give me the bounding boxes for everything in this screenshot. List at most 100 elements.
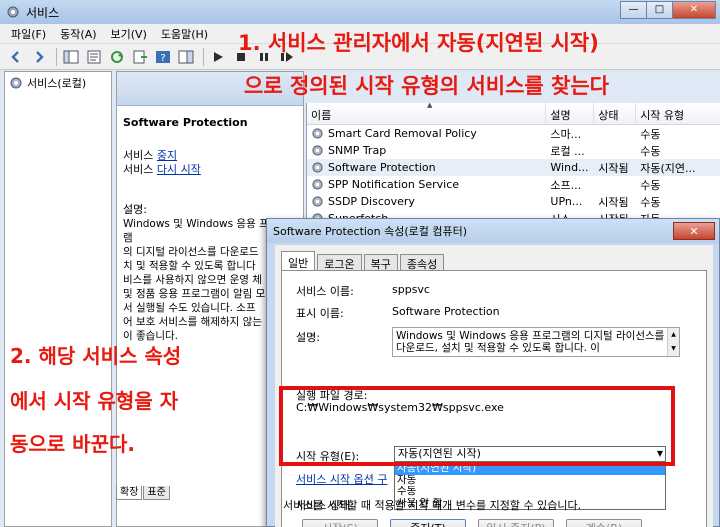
start-type-option[interactable]: 자동 — [395, 475, 665, 487]
service-control-buttons: 시작(S) 중지(T) 일시 중지(P) 계속(R) — [302, 519, 654, 527]
start-button[interactable]: 시작(S) — [302, 519, 378, 527]
annotation-step2-line2: 에서 시작 유형을 자 — [10, 389, 179, 413]
column-header-status[interactable]: 상태 — [594, 103, 637, 124]
menu-action[interactable]: 동작(A) — [53, 26, 103, 42]
menu-help[interactable]: 도움말(H) — [154, 26, 215, 42]
stop-service-link[interactable]: 중지 — [157, 149, 177, 162]
service-name-value: sppsvc — [392, 283, 430, 296]
tree-item-label: 서비스(로컬) — [27, 77, 87, 90]
service-name: SNMP Trap — [328, 144, 387, 157]
forward-arrow-icon[interactable] — [29, 48, 49, 66]
export-list-icon[interactable] — [130, 48, 150, 66]
console-tree: 서비스(로컬) — [4, 71, 112, 527]
pause-button[interactable]: 일시 중지(P) — [478, 519, 554, 527]
service-start-options-link[interactable]: 서비스 시작 옵션 구 — [296, 471, 387, 487]
service-start-type: 수동 — [640, 127, 661, 141]
tab-dependencies[interactable]: 종속성 — [399, 254, 445, 271]
service-name: SPP Notification Service — [328, 178, 460, 191]
close-icon[interactable]: ✕ — [672, 1, 716, 19]
tab-recovery[interactable]: 복구 — [363, 254, 398, 271]
tab-standard[interactable]: 표준 — [143, 486, 170, 500]
service-description: 로컬 ... — [550, 144, 585, 158]
tab-logon[interactable]: 로그온 — [317, 254, 362, 271]
cell-name: Smart Card Removal Policy — [307, 127, 546, 140]
properties-icon[interactable] — [84, 48, 104, 66]
services-app-icon — [7, 6, 19, 18]
annotation-step1-line1: 1. 서비스 관리자에서 자동(지연된 시작) — [238, 31, 599, 55]
annotation-step2-line3: 동으로 바꾼다. — [10, 432, 135, 456]
column-header-start-type[interactable]: 시작 유형 — [636, 103, 720, 124]
annotation-step2-line1: 2. 해당 서비스 속성 — [10, 344, 182, 368]
service-status: 시작됨 — [598, 195, 629, 209]
dialog-tabs: 일반 로그온 복구 종속성 — [275, 245, 713, 271]
resume-button[interactable]: 계속(R) — [566, 519, 642, 527]
menu-view[interactable]: 보기(V) — [104, 26, 154, 42]
main-window-titlebar: 서비스 — □ ✕ — [0, 0, 720, 24]
show-pane-icon[interactable] — [176, 48, 196, 66]
play-icon[interactable] — [208, 48, 228, 66]
description-restart-prefix: 서비스 — [123, 163, 157, 176]
display-name-value: Software Protection — [392, 305, 500, 318]
tab-extended[interactable]: 확장 — [116, 486, 143, 500]
service-description: 스마... — [550, 127, 582, 141]
gear-icon — [312, 162, 323, 173]
view-tabs: 확장 표준 — [116, 484, 171, 500]
restart-service-link[interactable]: 다시 시작 — [157, 163, 201, 176]
description-label: 설명: — [123, 203, 147, 216]
description-textbox-text: Windows 및 Windows 응용 프로그램의 디지털 라이선스를 다운로… — [396, 330, 665, 354]
table-row[interactable]: SSDP Discovery UPn... 시작됨 수동 — [307, 193, 720, 210]
refresh-icon[interactable] — [107, 48, 127, 66]
list-header: ▲ 이름 설명 상태 시작 유형 — [307, 103, 720, 125]
service-start-type: 자동(지연... — [640, 161, 696, 175]
svg-text:?: ? — [160, 53, 165, 64]
table-row[interactable]: SPP Notification Service 소프... 수동 — [307, 176, 720, 193]
table-row[interactable]: SNMP Trap 로컬 ... 수동 — [307, 142, 720, 159]
table-row[interactable]: Software Protection Wind... 시작됨 자동(지연... — [307, 159, 720, 176]
window-title: 서비스 — [26, 5, 60, 20]
column-header-name[interactable]: ▲ 이름 — [307, 103, 547, 124]
sort-up-icon: ▲ — [427, 103, 433, 109]
service-start-type: 수동 — [640, 144, 661, 158]
menu-file[interactable]: 파일(F) — [4, 26, 53, 42]
service-start-type: 수동 — [640, 195, 661, 209]
stop-button[interactable]: 중지(T) — [390, 519, 466, 527]
service-description: Wind... — [550, 161, 589, 174]
description-stop-prefix: 서비스 — [123, 149, 157, 162]
toolbar-separator — [203, 47, 204, 66]
table-row[interactable]: Smart Card Removal Policy 스마... 수동 — [307, 125, 720, 142]
tree-item-services-local[interactable]: 서비스(로컬) — [5, 72, 111, 94]
column-header-desc[interactable]: 설명 — [546, 103, 595, 124]
dialog-close-icon[interactable]: ✕ — [673, 222, 715, 240]
start-parameters-note: 서비스를 시작할 때 적용할 시작 매개 변수를 지정할 수 있습니다. — [283, 499, 582, 512]
maximize-icon[interactable]: □ — [646, 1, 673, 19]
cell-name: SSDP Discovery — [307, 195, 546, 208]
annotation-step1-line2: 으로 정의된 시작 유형의 서비스를 찾는다 — [244, 74, 609, 98]
minimize-icon[interactable]: — — [620, 1, 647, 19]
description-field-label: 설명: — [296, 331, 320, 344]
help-icon[interactable]: ? — [153, 48, 173, 66]
tab-general[interactable]: 일반 — [281, 251, 316, 271]
services-list: ▲ 이름 설명 상태 시작 유형 Smart Card Removal Polic… — [306, 103, 720, 223]
service-name: SSDP Discovery — [328, 195, 415, 208]
dialog-titlebar: Software Protection 속성(로컬 컴퓨터) — [267, 219, 719, 243]
description-scrollbar[interactable]: ▲ ▼ — [667, 328, 679, 356]
cell-name: Software Protection — [307, 161, 546, 174]
gear-icon — [312, 196, 323, 207]
service-description: 소프... — [550, 178, 582, 192]
gear-icon — [312, 128, 323, 139]
start-type-option[interactable]: 수동 — [395, 486, 665, 498]
gear-icon — [312, 179, 323, 190]
service-status: 시작됨 — [598, 161, 629, 175]
display-name-label: 표시 이름: — [296, 307, 344, 320]
console-tree-icon[interactable] — [61, 48, 81, 66]
back-arrow-icon[interactable] — [6, 48, 26, 66]
description-textbox[interactable]: Windows 및 Windows 응용 프로그램의 디지털 라이선스를 다운로… — [392, 327, 680, 357]
toolbar-separator — [56, 47, 57, 66]
service-name-label: 서비스 이름: — [296, 285, 354, 298]
service-start-type: 수동 — [640, 178, 661, 192]
properties-dialog: Software Protection 속성(로컬 컴퓨터) ✕ 일반 로그온 … — [266, 218, 720, 527]
description-restart-line: 서비스 다시 시작 — [117, 163, 303, 177]
highlight-box — [279, 386, 675, 466]
cell-name: SPP Notification Service — [307, 178, 546, 191]
description-stop-line: 서비스 중지 — [117, 149, 303, 163]
